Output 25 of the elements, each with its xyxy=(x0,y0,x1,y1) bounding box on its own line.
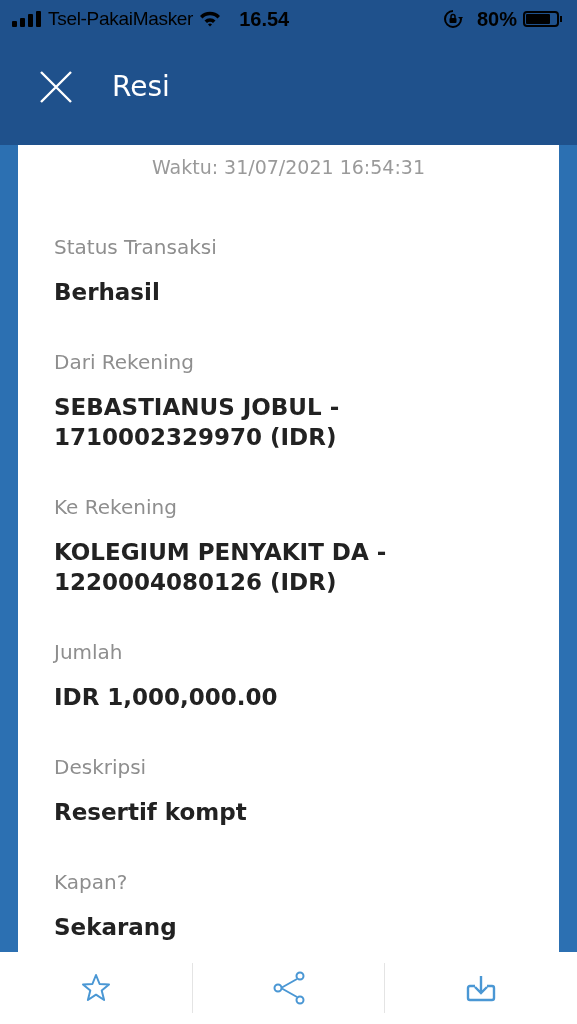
field-label: Ke Rekening xyxy=(54,494,178,521)
signal-icon xyxy=(12,11,42,27)
rotation-lock-icon xyxy=(442,9,463,29)
download-icon xyxy=(466,974,497,1002)
page-title: Resi xyxy=(112,70,170,103)
field-label: Status Transaksi xyxy=(54,234,218,261)
field-label: Jumlah xyxy=(54,639,124,666)
battery-icon xyxy=(523,11,559,27)
field-value: Resertif kompt xyxy=(54,798,248,827)
close-icon[interactable] xyxy=(40,70,72,103)
field-value: Sekarang xyxy=(54,913,178,942)
field-label: Kapan? xyxy=(54,869,129,896)
receipt-timestamp: Waktu: 31/07/2021 16:54:31 xyxy=(150,155,426,179)
field-value: KOLEGIUM PENYAKIT DA - 1220004080126 (IDR) xyxy=(54,538,388,597)
star-icon xyxy=(80,973,111,1003)
field-value: SEBASTIANUS JOBUL - 1710002329970 (IDR) xyxy=(54,393,341,452)
clock-time: 16.54 xyxy=(239,7,290,31)
field-label: Deskripsi xyxy=(54,754,148,781)
field-value: IDR 1,000,000.00 xyxy=(54,683,279,712)
field-value: Berhasil xyxy=(54,278,161,307)
wifi-icon xyxy=(199,11,222,27)
field-label: Dari Rekening xyxy=(54,349,195,376)
carrier-name: Tsel-PakaiMasker xyxy=(48,8,194,30)
share-icon xyxy=(272,971,305,1005)
battery-percent: 80% xyxy=(476,7,517,31)
